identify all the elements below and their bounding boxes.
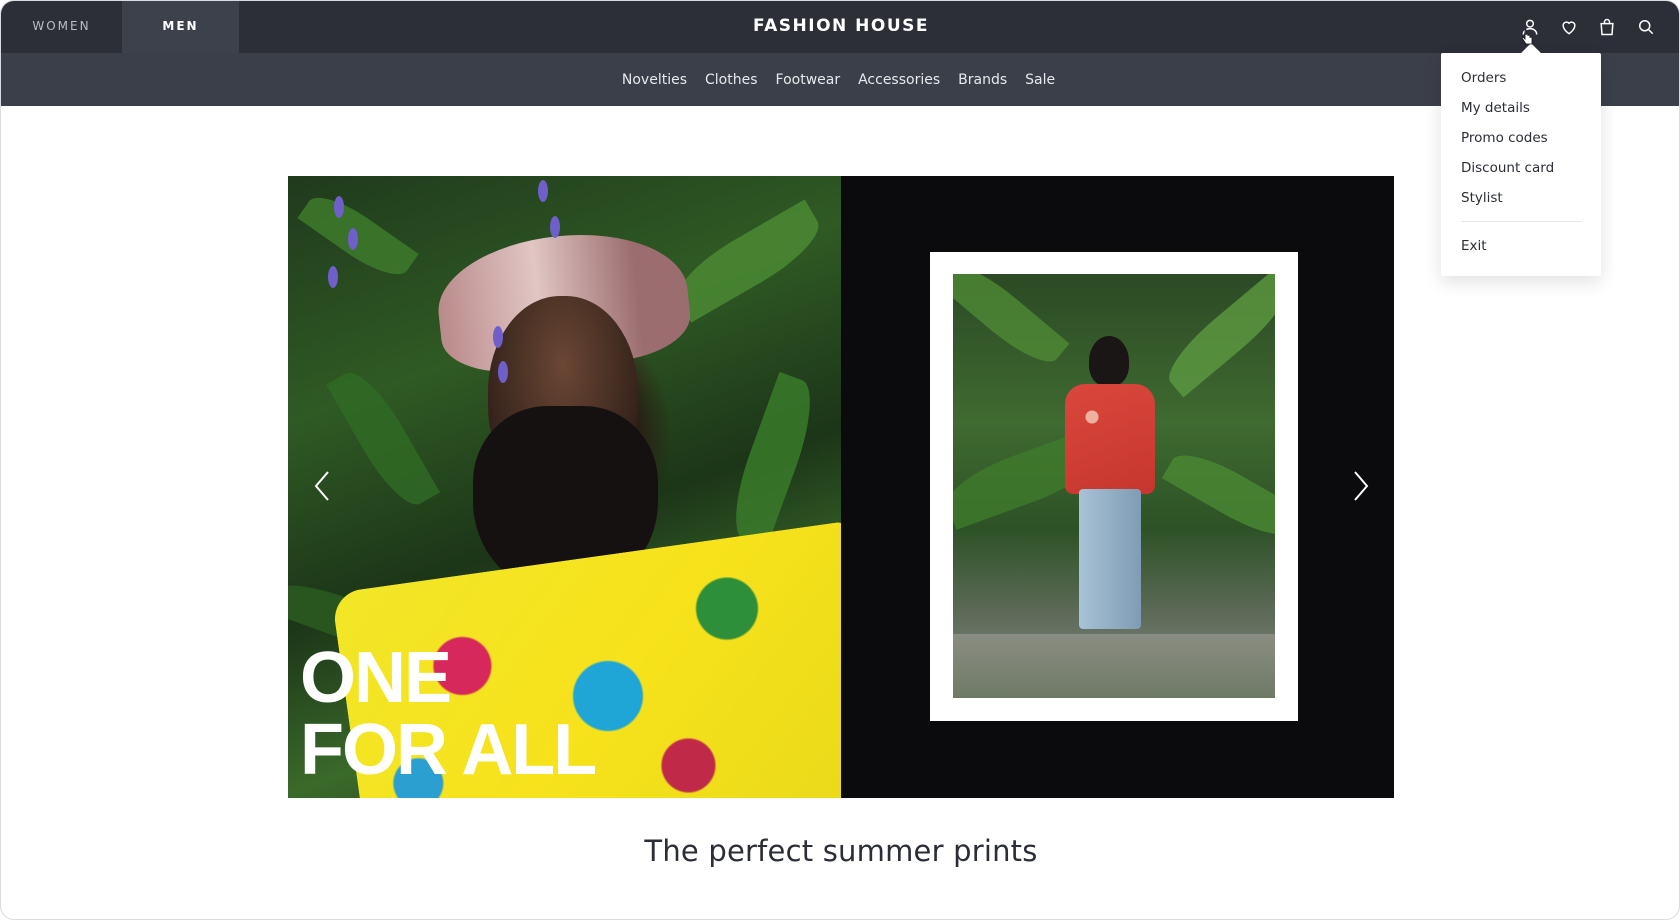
mouse-cursor-icon — [1522, 29, 1533, 45]
nav-brands[interactable]: Brands — [958, 72, 1007, 88]
menu-item-discount-card[interactable]: Discount card — [1461, 160, 1554, 176]
page-frame: WOMEN MEN FASHION HOUSE Novelties Clothe… — [0, 0, 1680, 920]
menu-item-promo-codes[interactable]: Promo codes — [1461, 130, 1548, 146]
banner-caption[interactable]: The perfect summer prints — [1, 834, 1679, 868]
carousel-prev-button[interactable] — [308, 466, 338, 506]
hero-photo-right — [953, 274, 1275, 698]
brand-logo[interactable]: FASHION HOUSE — [641, 1, 1041, 53]
chevron-left-icon — [314, 471, 329, 501]
carousel-next-button[interactable] — [1345, 466, 1375, 506]
nav-novelties[interactable]: Novelties — [622, 72, 687, 88]
account-dropdown: Orders My details Promo codes Discount c… — [1441, 53, 1601, 276]
hero-banner: ONE FOR ALL — [288, 176, 1394, 798]
nav-clothes[interactable]: Clothes — [705, 72, 758, 88]
chevron-right-icon — [1354, 471, 1369, 501]
bag-icon[interactable] — [1594, 14, 1620, 40]
search-icon[interactable] — [1633, 14, 1659, 40]
tab-women[interactable]: WOMEN — [1, 1, 122, 53]
menu-item-my-details[interactable]: My details — [1461, 100, 1530, 116]
nav-footwear[interactable]: Footwear — [776, 72, 841, 88]
nav-sale[interactable]: Sale — [1025, 72, 1055, 88]
menu-item-stylist[interactable]: Stylist — [1461, 190, 1503, 206]
tab-men[interactable]: MEN — [122, 1, 239, 53]
heart-icon[interactable] — [1556, 14, 1582, 40]
hero-headline: ONE FOR ALL — [300, 638, 597, 790]
category-nav: Novelties Clothes Footwear Accessories B… — [1, 53, 1679, 106]
hero-photo-left: ONE FOR ALL — [288, 176, 841, 798]
menu-item-orders[interactable]: Orders — [1461, 70, 1506, 86]
menu-divider — [1461, 221, 1581, 222]
menu-item-exit[interactable]: Exit — [1461, 238, 1487, 254]
category-list: Novelties Clothes Footwear Accessories B… — [1, 53, 1679, 106]
nav-accessories[interactable]: Accessories — [858, 72, 940, 88]
top-bar: WOMEN MEN FASHION HOUSE — [1, 1, 1679, 53]
hero-headline-line-2: FOR ALL — [300, 710, 597, 790]
hero-photo-frame — [930, 252, 1298, 721]
hero-headline-line-1: ONE — [300, 638, 452, 718]
